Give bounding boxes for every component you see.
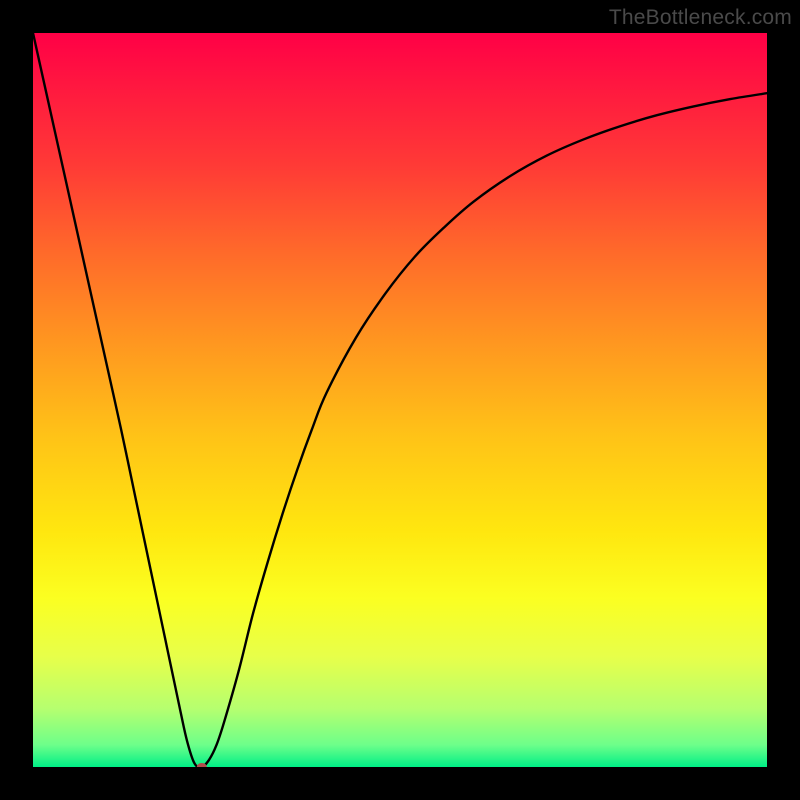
chart-frame: TheBottleneck.com [0, 0, 800, 800]
plot-area [33, 33, 767, 767]
watermark-text: TheBottleneck.com [609, 6, 792, 30]
chart-svg [33, 33, 767, 767]
gradient-background [33, 33, 767, 767]
